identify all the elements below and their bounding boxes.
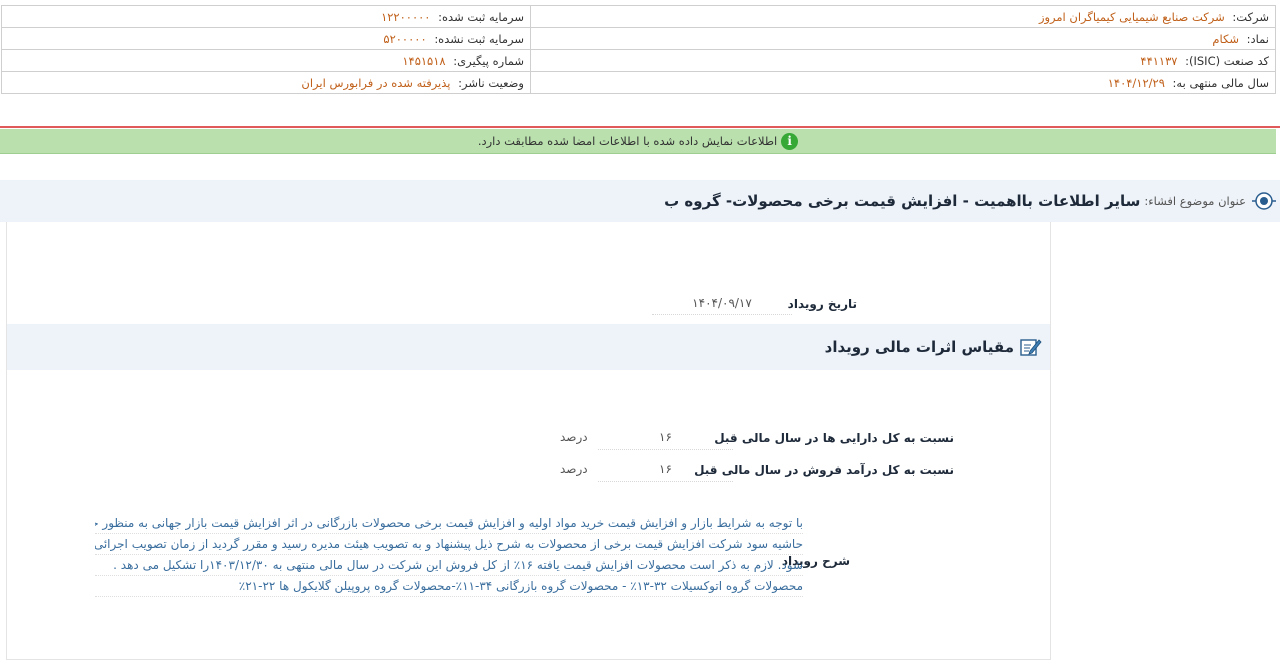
verification-notice: i اطلاعات نمایش داده شده با اطلاعات امضا… [0,129,1276,154]
description-line: شود. لازم به ذکر است محصولات افزایش قیمت… [95,555,803,576]
company-info-table: شرکت: شرکت صنایع شیمیایی کیمیاگران امروز… [1,5,1276,94]
company-cell: شرکت: شرکت صنایع شیمیایی کیمیاگران امروز [530,5,1276,28]
financial-impact-header: مقیاس اثرات مالی رویداد [7,324,1050,370]
tracking-cell: شماره پیگیری: ۱۴۵۱۵۱۸ [1,49,531,72]
event-date-value: ۱۴۰۴/۰۹/۱۷ [652,293,792,315]
description-line: با توجه به شرایط بازار و افزایش قیمت خری… [95,513,803,534]
sales-ratio-unit: درصد [560,462,588,476]
description-line: محصولات گروه اتوکسیلات ۳۲-۱۳٪ - محصولات … [95,576,803,597]
symbol-value[interactable]: شکام [1212,32,1239,46]
event-description-text: با توجه به شرایط بازار و افزایش قیمت خری… [95,513,803,597]
tracking-value: ۱۴۵۱۵۱۸ [402,53,446,68]
registered-capital-label: سرمایه ثبت شده: [438,9,524,24]
subject-label: عنوان موضوع افشاء: [1144,194,1246,208]
financial-impact-title: مقیاس اثرات مالی رویداد [824,338,1014,356]
assets-ratio-unit: درصد [560,430,588,444]
info-row: شرکت: شرکت صنایع شیمیایی کیمیاگران امروز… [1,5,1276,28]
publisher-status-cell: وضعیت ناشر: پذیرفته شده در فرابورس ایران [1,71,531,94]
isic-label: کد صنعت (ISIC): [1185,53,1269,68]
company-value: شرکت صنایع شیمیایی کیمیاگران امروز [1038,9,1225,24]
fiscal-year-cell: سال مالی منتهی به: ۱۴۰۴/۱۲/۲۹ [530,71,1276,94]
symbol-label: نماد: [1246,31,1269,46]
unregistered-capital-label: سرمایه ثبت نشده: [434,31,524,46]
assets-ratio-label: نسبت به کل دارایی ها در سال مالی قبل [714,431,954,445]
assets-ratio-value: ۱۶ [598,426,733,450]
info-row: نماد: شکام سرمایه ثبت نشده: ۵۲۰۰۰۰۰ [1,27,1276,50]
publisher-status-value: پذیرفته شده در فرابورس ایران [301,75,451,90]
sales-ratio-label: نسبت به کل درآمد فروش در سال مالی قبل [694,463,954,477]
fiscal-year-value: ۱۴۰۴/۱۲/۲۹ [1107,75,1165,90]
tracking-label: شماره پیگیری: [453,53,524,68]
subject-title: سایر اطلاعات بااهمیت - افزایش قیمت برخی … [664,192,1141,210]
red-separator [0,126,1280,128]
publisher-status-label: وضعیت ناشر: [458,75,524,90]
event-panel: تاریخ رویداد ۱۴۰۴/۰۹/۱۷ مقیاس اثرات مالی… [6,222,1051,660]
description-line: حاشیه سود شرکت افزایش قیمت برخی از محصول… [95,534,803,555]
unregistered-capital-cell: سرمایه ثبت نشده: ۵۲۰۰۰۰۰ [1,27,531,50]
edit-icon [1020,337,1042,357]
info-icon: i [781,132,799,150]
symbol-cell: نماد: شکام [530,27,1276,50]
isic-cell: کد صنعت (ISIC): ۴۴۱۱۳۷ [530,49,1276,72]
registered-capital-cell: سرمایه ثبت شده: ۱۲۲۰۰۰۰۰ [1,5,531,28]
notice-text: اطلاعات نمایش داده شده با اطلاعات امضا ش… [477,134,778,148]
unregistered-capital-value: ۵۲۰۰۰۰۰ [383,31,427,46]
company-label: شرکت: [1232,9,1269,24]
isic-value: ۴۴۱۱۳۷ [1140,53,1178,68]
info-row: سال مالی منتهی به: ۱۴۰۴/۱۲/۲۹ وضعیت ناشر… [1,71,1276,94]
event-date-label: تاریخ رویداد [787,297,857,311]
registered-capital-value: ۱۲۲۰۰۰۰۰ [381,9,431,24]
target-icon [1252,189,1276,213]
info-row: کد صنعت (ISIC): ۴۴۱۱۳۷ شماره پیگیری: ۱۴۵… [1,49,1276,72]
sales-ratio-value: ۱۶ [598,458,733,482]
fiscal-year-label: سال مالی منتهی به: [1172,75,1269,90]
subject-bar: عنوان موضوع افشاء: سایر اطلاعات بااهمیت … [0,180,1280,222]
